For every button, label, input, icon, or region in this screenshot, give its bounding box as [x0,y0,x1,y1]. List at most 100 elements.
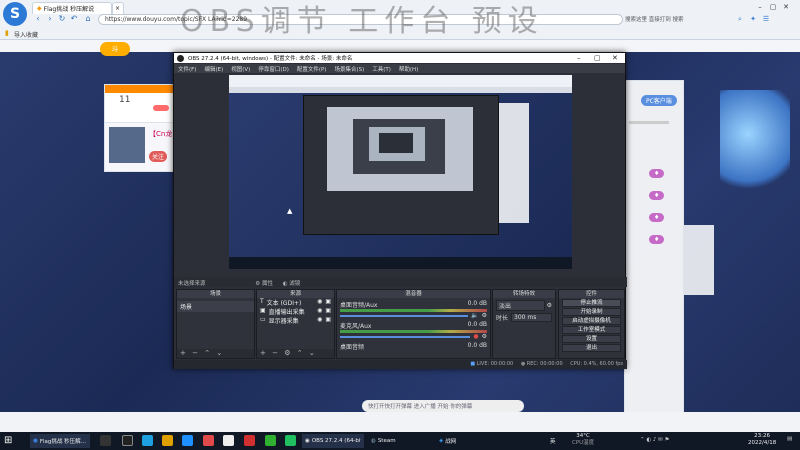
notification-icon[interactable]: ▤ [787,436,792,442]
source-up-icon[interactable]: ⌃ [297,349,303,357]
menu-view[interactable]: 视图(V) [231,65,250,73]
exit-button[interactable]: 退出 [562,344,621,352]
menu-docks[interactable]: 停靠窗口(D) [258,65,289,73]
start-icon[interactable]: ⊞ [4,435,15,446]
speaker-icon[interactable]: 🔈 [471,312,478,319]
lock-icon[interactable]: ▣ [325,316,331,325]
taskbar-app-icon[interactable] [162,435,173,446]
bookmark-folder-icon[interactable]: ▮ [5,29,9,37]
source-down-icon[interactable]: ⌄ [309,349,315,357]
remove-source-icon[interactable]: − [272,349,278,357]
side-text-column [684,225,714,295]
streamer-card[interactable]: 【Cn龙 关注 [104,122,174,172]
add-source-icon[interactable]: + [260,349,266,357]
channel-settings-icon[interactable]: ⚙ [482,312,487,319]
pc-client-button[interactable]: PC客户端 [641,95,677,106]
taskbar-app-icon[interactable] [285,435,296,446]
lock-icon[interactable]: ▣ [325,298,331,307]
reload-icon[interactable]: ↻ [57,14,67,24]
chat-input-hint[interactable]: 快打开快打开弹幕 进入广播 开始 你的弹幕 [362,400,524,412]
menu-scene-collection[interactable]: 场景集合(S) [334,65,364,73]
follow-button[interactable]: 关注 [149,151,168,162]
obs-maximize-icon[interactable]: ▢ [594,54,601,62]
forward-icon[interactable]: › [45,14,55,24]
taskbar-obs[interactable]: ◉ OBS 27.2.4 (64-bit... [302,434,364,448]
eye-icon[interactable]: ◉ [317,298,322,307]
scene-down-icon[interactable]: ⌄ [216,349,222,357]
obs-minimize-icon[interactable]: – [577,54,581,62]
start-recording-button[interactable]: 开始录制 [562,308,621,316]
properties-button[interactable]: ⚙ 属性 [255,281,273,287]
scene-item[interactable]: 场景 [177,301,254,312]
source-item[interactable]: T 文本 (GDI+) ◉ ▣ [257,298,334,307]
taskbar-app-icon[interactable] [100,435,111,446]
minimize-icon[interactable]: – [755,2,765,12]
taskbar-steam[interactable]: ◍ Steam [368,434,428,448]
mute-icon[interactable]: ● [473,333,478,340]
obs-window: OBS 27.2.4 (64-bit, windows) - 配置文件: 未命名… [173,52,627,369]
controls-dock: 控件 停止推流 开始录制 启动虚拟摄像机 工作室模式 设置 退出 [558,289,625,359]
volume-slider[interactable] [340,314,469,317]
eye-icon[interactable]: ◉ [317,316,322,325]
menu-edit[interactable]: 编辑(E) [204,65,223,73]
source-item[interactable]: ▣ 直播输出采集 ◉ ▣ [257,307,334,316]
menu-file[interactable]: 文件(F) [178,65,196,73]
transition-settings-icon[interactable]: ⚙ [547,302,552,309]
volume-slider[interactable] [340,335,471,338]
source-settings-icon[interactable]: ⚙ [284,349,290,357]
browser-logo-icon[interactable]: S [3,2,27,26]
close-icon[interactable]: ✕ [781,2,791,12]
scenes-dock: 场景 场景 + − ⌃ ⌄ [176,289,255,359]
overlay-watermark-text: OBS调节 工作台 预设 [180,4,544,39]
obs-preview-canvas[interactable]: ▲ [229,75,572,269]
virtual-camera-button[interactable]: 启动虚拟摄像机 [562,317,621,325]
taskbar-app-icon[interactable] [203,435,214,446]
maximize-icon[interactable]: ▢ [768,2,778,12]
add-scene-icon[interactable]: + [180,349,186,357]
ime-indicator[interactable]: 英 [550,437,556,445]
browser-tab-close[interactable]: × [112,2,124,14]
taskbar-app-icon[interactable] [223,435,234,446]
clock[interactable]: 23:26 2022/4/18 [748,433,776,447]
duration-input[interactable]: 300 ms [511,313,552,322]
menu-profile[interactable]: 配置文件(P) [297,65,327,73]
menu-help[interactable]: 帮助(H) [399,65,418,73]
transition-select[interactable]: 淡出 [496,300,545,311]
taskbar-app-icon[interactable] [182,435,193,446]
stop-streaming-button[interactable]: 停止推流 [562,299,621,307]
menu-tools[interactable]: 工具(T) [372,65,391,73]
taskbar-app-icon[interactable] [142,435,153,446]
studio-mode-button[interactable]: 工作室模式 [562,326,621,334]
tray-icons[interactable]: ⌃ ◐ ♪ ✉ ⚑ [640,437,669,443]
filters-button[interactable]: ◐ 滤镜 [283,281,301,287]
eye-icon[interactable]: ◉ [317,307,322,316]
browser-tab-active[interactable]: ◆ Flag挑战 秒压解说 [32,2,112,14]
search-hint[interactable]: 搜索这里 直接打到 搜索 [625,15,735,23]
taskbar-browser[interactable]: ● Flag挑战 秒压解... [30,434,90,448]
obs-status-bar: ■ LIVE: 00:00:00 ● REC: 00:00:00 CPU: 0.… [174,360,627,369]
chat-badge-2: ♦ [649,191,665,200]
taskbar-app-icon[interactable] [122,435,133,446]
monitor-source-icon: ▭ [260,316,266,323]
obs-close-icon[interactable]: ✕ [612,54,618,62]
search-icon[interactable]: ⌕ [735,14,745,24]
back-icon[interactable]: ‹ [33,14,43,24]
bookmark-import[interactable]: 导入收藏 [14,30,38,39]
taskbar-battlenet[interactable]: ◈ 战网 [436,434,496,448]
source-item[interactable]: ▭ 显示器采集 ◉ ▣ [257,316,334,325]
menu-icon[interactable]: ☰ [761,14,771,24]
home-icon[interactable]: ⌂ [83,14,93,24]
settings-button[interactable]: 设置 [562,335,621,343]
undo-icon[interactable]: ↶ [69,14,79,24]
mixer-channel: 麦克风/Aux 0.0 dB ● ⚙ [337,321,490,340]
remove-scene-icon[interactable]: − [192,349,198,357]
lock-icon[interactable]: ▣ [325,307,331,316]
taskbar-app-icon[interactable] [265,435,276,446]
taskbar-app-icon[interactable] [244,435,255,446]
extension-icon[interactable]: ✦ [748,14,758,24]
channel-settings-icon[interactable]: ⚙ [482,333,487,340]
scene-up-icon[interactable]: ⌃ [204,349,210,357]
weather-widget[interactable]: 34°C CPU温度 [572,433,594,447]
browser-task-icon: ● [33,438,38,444]
douyu-logo-icon[interactable]: 斗 [100,42,130,56]
